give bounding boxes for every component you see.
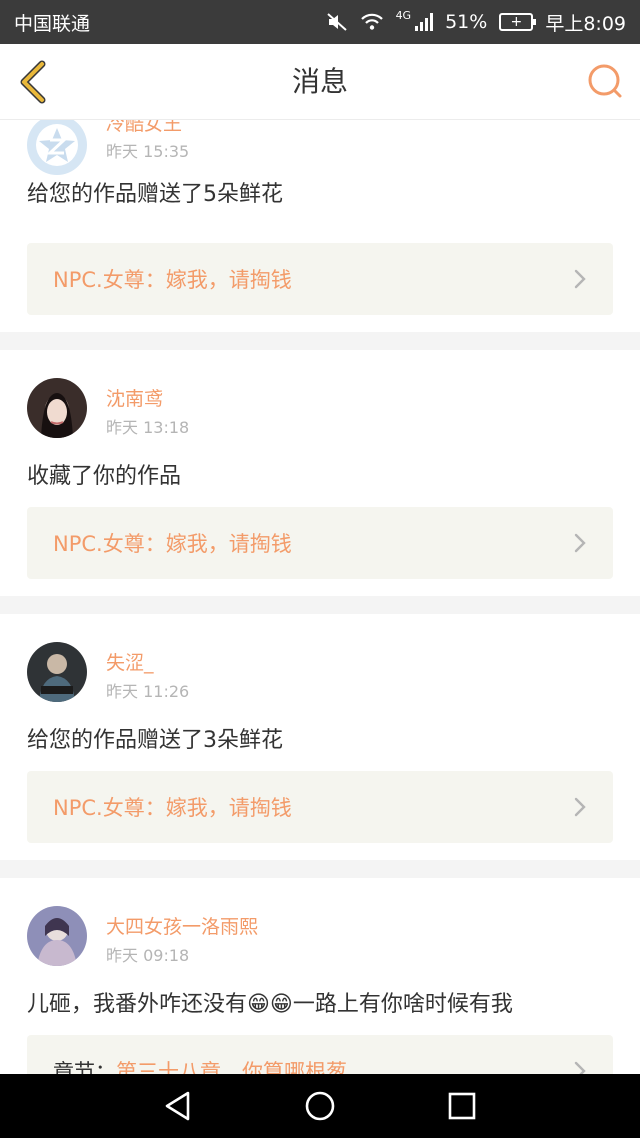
- avatar[interactable]: [27, 120, 87, 175]
- avatar[interactable]: [27, 378, 87, 438]
- avatar[interactable]: [27, 642, 87, 702]
- message-card: 冷酷女王 昨天 15:35 给您的作品赠送了5朵鲜花 NPC.女尊：嫁我，请掏钱: [0, 120, 640, 332]
- username[interactable]: 沈南鸢: [106, 384, 163, 411]
- wifi-icon: [360, 13, 383, 30]
- work-link[interactable]: NPC.女尊：嫁我，请掏钱: [27, 507, 613, 579]
- carrier-label: 中国联通: [14, 12, 91, 35]
- clock: 早上8:09: [545, 12, 626, 35]
- back-button[interactable]: [14, 58, 54, 106]
- header-bar: 消息: [0, 44, 640, 120]
- status-bar: 中国联通 4G 51% + 早上8:09: [0, 0, 640, 44]
- circle-home-icon: [305, 1091, 335, 1121]
- chevron-left-icon: [20, 60, 46, 104]
- message-text: 给您的作品赠送了3朵鲜花: [27, 728, 283, 753]
- nav-recents-button[interactable]: [442, 1086, 482, 1126]
- work-link[interactable]: 章节：第三十八章 你算哪根葱: [27, 1035, 613, 1074]
- search-button[interactable]: [586, 62, 624, 100]
- chevron-right-icon: [574, 269, 586, 289]
- work-title: NPC.女尊：嫁我，请掏钱: [53, 796, 292, 820]
- work-title: 章节：第三十八章 你算哪根葱: [53, 1060, 347, 1074]
- status-icons: 4G 51% + 早上8:09: [326, 9, 626, 36]
- message-card: 大四女孩一洛雨熙 昨天 09:18 儿砸，我番外咋还没有😁😁一路上有你啥时候有我…: [0, 878, 640, 1074]
- work-link[interactable]: NPC.女尊：嫁我，请掏钱: [27, 243, 613, 315]
- avatar[interactable]: [27, 906, 87, 966]
- signal-icon: [415, 13, 434, 31]
- nav-back-button[interactable]: [158, 1086, 198, 1126]
- work-title: NPC.女尊：嫁我，请掏钱: [53, 268, 292, 292]
- page-title: 消息: [291, 65, 348, 98]
- chevron-right-icon: [574, 1061, 586, 1074]
- battery-charging-icon: +: [499, 13, 537, 31]
- timestamp: 昨天 13:18: [106, 418, 190, 437]
- search-icon: [588, 64, 622, 98]
- triangle-back-icon: [165, 1091, 190, 1121]
- square-recents-icon: [448, 1092, 476, 1120]
- message-feed[interactable]: 冷酷女王 昨天 15:35 给您的作品赠送了5朵鲜花 NPC.女尊：嫁我，请掏钱…: [0, 120, 640, 1074]
- user-avatar-icon: [27, 378, 87, 438]
- username[interactable]: 冷酷女王: [106, 120, 182, 136]
- system-nav-bar: [0, 1074, 640, 1138]
- username[interactable]: 大四女孩一洛雨熙: [106, 912, 258, 939]
- timestamp: 昨天 11:26: [106, 682, 190, 701]
- message-text: 收藏了你的作品: [27, 464, 182, 489]
- message-text: 儿砸，我番外咋还没有😁😁一路上有你啥时候有我: [27, 992, 513, 1017]
- timestamp: 昨天 09:18: [106, 946, 190, 965]
- network-type: 4G: [395, 8, 412, 22]
- message-card: 沈南鸢 昨天 13:18 收藏了你的作品 NPC.女尊：嫁我，请掏钱: [0, 350, 640, 596]
- message-card: 失涩_ 昨天 11:26 给您的作品赠送了3朵鲜花 NPC.女尊：嫁我，请掏钱: [0, 614, 640, 860]
- work-title: NPC.女尊：嫁我，请掏钱: [53, 532, 292, 556]
- battery-percent: 51%: [445, 11, 488, 33]
- nav-home-button[interactable]: [300, 1086, 340, 1126]
- username[interactable]: 失涩_: [106, 648, 154, 675]
- message-text: 给您的作品赠送了5朵鲜花: [27, 182, 283, 207]
- timestamp: 昨天 15:35: [106, 142, 190, 161]
- user-avatar-icon: [27, 906, 87, 966]
- user-avatar-icon: [27, 642, 87, 702]
- work-link[interactable]: NPC.女尊：嫁我，请掏钱: [27, 771, 613, 843]
- default-avatar-icon: [27, 120, 87, 175]
- mute-icon: [326, 13, 347, 31]
- chevron-right-icon: [574, 533, 586, 553]
- chevron-right-icon: [574, 797, 586, 817]
